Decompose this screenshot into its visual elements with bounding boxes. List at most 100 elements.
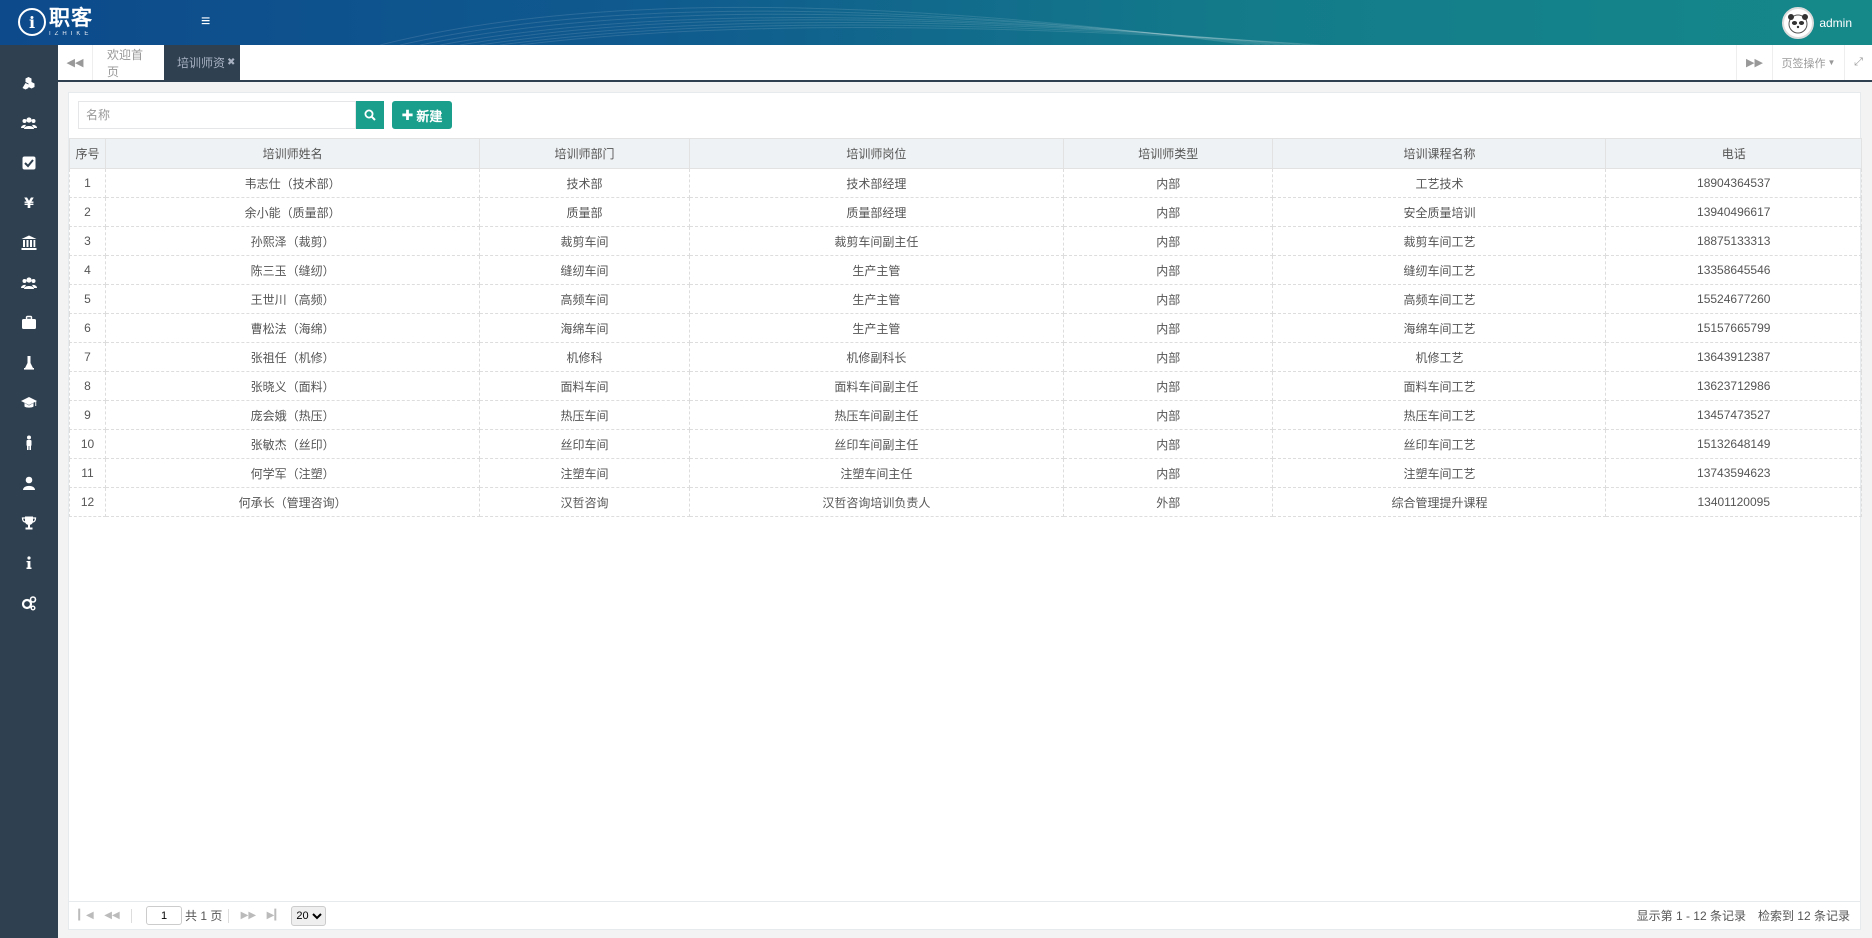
tabs-scroll-left-icon[interactable]: ◀◀ bbox=[58, 45, 93, 80]
svg-text:¥: ¥ bbox=[24, 196, 34, 211]
sidebar-item-lab[interactable] bbox=[0, 343, 58, 383]
cell-col-course-name: 裁剪车间工艺 bbox=[1272, 226, 1607, 256]
cell-col-department: 技术部 bbox=[479, 168, 690, 198]
first-page-icon[interactable]: ▎◀ bbox=[73, 910, 99, 921]
avatar[interactable] bbox=[1782, 7, 1815, 39]
header-col-course-name[interactable]: 培训课程名称 bbox=[1272, 138, 1607, 169]
sidebar-item-users[interactable] bbox=[0, 103, 58, 143]
table-row[interactable]: 4 陈三玉（缝纫） 缝纫车间 生产主管 内部 缝纫车间工艺 13358645546 bbox=[69, 255, 1862, 285]
cell-col-position: 注塑车间主任 bbox=[688, 458, 1064, 488]
sidebar-item-briefcase[interactable] bbox=[0, 303, 58, 343]
cell-col-type: 内部 bbox=[1062, 284, 1274, 314]
search-input[interactable] bbox=[78, 101, 356, 129]
table-row[interactable]: 2 余小能（质量部） 质量部 质量部经理 内部 安全质量培训 13940496617 bbox=[69, 197, 1862, 227]
cell-col-trainer-name: 陈三玉（缝纫） bbox=[104, 255, 481, 285]
cell-col-position: 质量部经理 bbox=[688, 197, 1064, 227]
tab-trainers[interactable]: 培训师资 ✖ bbox=[164, 45, 240, 80]
logo-subtitle: IZHIKE bbox=[49, 30, 93, 37]
cell-col-index: 12 bbox=[69, 487, 106, 517]
trainers-table: 序号 培训师姓名 培训师部门 培训师岗位 培训师类型 培训课程名称 电话 1 韦志仕（技术部）… bbox=[69, 138, 1862, 517]
pager-divider bbox=[131, 908, 132, 923]
search-button[interactable] bbox=[356, 101, 384, 129]
tab-operations-dropdown[interactable]: 页签操作 ▼ bbox=[1772, 45, 1844, 80]
cell-col-department: 裁剪车间 bbox=[479, 226, 690, 256]
cell-col-phone: 18875133313 bbox=[1605, 226, 1862, 256]
header-col-phone[interactable]: 电话 bbox=[1605, 138, 1862, 169]
username-label: admin bbox=[1819, 16, 1852, 30]
menu-toggle-icon[interactable]: ≡ bbox=[201, 14, 217, 30]
header-col-trainer-name[interactable]: 培训师姓名 bbox=[104, 138, 481, 169]
header-col-department[interactable]: 培训师部门 bbox=[479, 138, 690, 169]
cell-col-index: 5 bbox=[69, 284, 106, 314]
header-col-position[interactable]: 培训师岗位 bbox=[688, 138, 1064, 169]
cell-col-index: 6 bbox=[69, 313, 106, 343]
table-row[interactable]: 8 张晓义（面料） 面料车间 面料车间副主任 内部 面料车间工艺 13623712986 bbox=[69, 371, 1862, 401]
cell-col-phone: 13643912387 bbox=[1605, 342, 1862, 372]
sidebar-item-settings[interactable] bbox=[0, 583, 58, 623]
cell-col-position: 面料车间副主任 bbox=[688, 371, 1064, 401]
cell-col-department: 注塑车间 bbox=[479, 458, 690, 488]
next-page-icon[interactable]: ▶▶ bbox=[235, 910, 261, 921]
cell-col-course-name: 海绵车间工艺 bbox=[1272, 313, 1607, 343]
table-row[interactable]: 12 何承长（管理咨询） 汉哲咨询 汉哲咨询培训负责人 外部 综合管理提升课程 134011… bbox=[69, 487, 1862, 517]
sidebar-item-tasks[interactable] bbox=[0, 143, 58, 183]
fullscreen-icon[interactable]: ⤢ bbox=[1844, 45, 1872, 80]
cell-col-course-name: 缝纫车间工艺 bbox=[1272, 255, 1607, 285]
tab-home[interactable]: 欢迎首页 bbox=[93, 45, 163, 80]
cell-col-course-name: 热压车间工艺 bbox=[1272, 400, 1607, 430]
table-row[interactable]: 5 王世川（高频） 高频车间 生产主管 内部 高频车间工艺 15524677260 bbox=[69, 284, 1862, 314]
cell-col-department: 海绵车间 bbox=[479, 313, 690, 343]
cell-col-trainer-name: 韦志仕（技术部） bbox=[104, 168, 481, 198]
last-page-icon[interactable]: ▶▎ bbox=[261, 910, 287, 921]
cell-col-index: 4 bbox=[69, 255, 106, 285]
sidebar-item-cubes[interactable] bbox=[0, 63, 58, 103]
sidebar-item-training[interactable] bbox=[0, 383, 58, 423]
pagination: ▎◀ ◀◀ 共 1 页 ▶▶ ▶▎ 20 显示第 1 - 12 条记录 检索到 … bbox=[69, 901, 1860, 929]
cell-col-department: 丝印车间 bbox=[479, 429, 690, 459]
panda-avatar-icon bbox=[1788, 14, 1809, 34]
info-icon bbox=[26, 556, 32, 569]
cell-col-position: 生产主管 bbox=[688, 255, 1064, 285]
table-row[interactable]: 3 孙熙泽（裁剪） 裁剪车间 裁剪车间副主任 内部 裁剪车间工艺 18875133313 bbox=[69, 226, 1862, 256]
table-row[interactable]: 1 韦志仕（技术部） 技术部 技术部经理 内部 工艺技术 18904364537 bbox=[69, 168, 1862, 198]
sidebar-item-info[interactable] bbox=[0, 543, 58, 583]
table-row[interactable]: 10 张敏杰（丝印） 丝印车间 丝印车间副主任 内部 丝印车间工艺 15132648149 bbox=[69, 429, 1862, 459]
tabs-scroll-right-icon[interactable]: ▶▶ bbox=[1736, 45, 1772, 80]
page-size-select[interactable]: 20 bbox=[291, 905, 327, 926]
sidebar-item-staff[interactable] bbox=[0, 423, 58, 463]
close-tab-icon[interactable]: ✖ bbox=[227, 57, 235, 68]
cell-col-index: 7 bbox=[69, 342, 106, 372]
new-button[interactable]: ✚ 新建 bbox=[392, 101, 452, 129]
prev-page-icon[interactable]: ◀◀ bbox=[99, 910, 125, 921]
cubes-icon bbox=[22, 77, 35, 90]
table-row[interactable]: 6 曹松法（海绵） 海绵车间 生产主管 内部 海绵车间工艺 15157665799 bbox=[69, 313, 1862, 343]
header-col-type[interactable]: 培训师类型 bbox=[1062, 138, 1274, 169]
cell-col-position: 生产主管 bbox=[688, 313, 1064, 343]
sidebar-item-group[interactable] bbox=[0, 263, 58, 303]
table-row[interactable]: 11 何学军（注塑） 注塑车间 注塑车间主任 内部 注塑车间工艺 13743594623 bbox=[69, 458, 1862, 488]
table-header-row: 序号 培训师姓名 培训师部门 培训师岗位 培训师类型 培训课程名称 电话 bbox=[69, 138, 1862, 169]
user-menu[interactable]: admin bbox=[1782, 7, 1852, 39]
tabs-bar: ◀◀ 欢迎首页 培训师资 ✖ ▶▶ 页签操作 ▼ ⤢ bbox=[58, 45, 1872, 82]
cell-col-trainer-name: 张祖任（机修） bbox=[104, 342, 481, 372]
sidebar-item-bank[interactable] bbox=[0, 223, 58, 263]
page-number-input[interactable] bbox=[146, 906, 182, 925]
cell-col-phone: 13457473527 bbox=[1605, 400, 1862, 430]
cell-col-index: 10 bbox=[69, 429, 106, 459]
sidebar-item-finance[interactable]: ¥ bbox=[0, 183, 58, 223]
cell-col-department: 汉哲咨询 bbox=[479, 487, 690, 517]
cell-col-type: 内部 bbox=[1062, 400, 1274, 430]
table-row[interactable]: 9 庞会娥（热压） 热压车间 热压车间副主任 内部 热压车间工艺 13457473527 bbox=[69, 400, 1862, 430]
cell-col-trainer-name: 张晓义（面料） bbox=[104, 371, 481, 401]
cell-col-position: 机修副科长 bbox=[688, 342, 1064, 372]
cell-col-course-name: 丝印车间工艺 bbox=[1272, 429, 1607, 459]
table-row[interactable]: 7 张祖任（机修） 机修科 机修副科长 内部 机修工艺 13643912387 bbox=[69, 342, 1862, 372]
sidebar-item-awards[interactable] bbox=[0, 503, 58, 543]
cell-col-course-name: 高频车间工艺 bbox=[1272, 284, 1607, 314]
cell-col-type: 内部 bbox=[1062, 168, 1274, 198]
header-col-index[interactable]: 序号 bbox=[69, 138, 106, 169]
cell-col-department: 面料车间 bbox=[479, 371, 690, 401]
caret-down-icon: ▼ bbox=[1827, 58, 1836, 67]
sidebar-item-user[interactable] bbox=[0, 463, 58, 503]
app-logo[interactable]: i 职客 IZHIKE bbox=[18, 7, 93, 37]
